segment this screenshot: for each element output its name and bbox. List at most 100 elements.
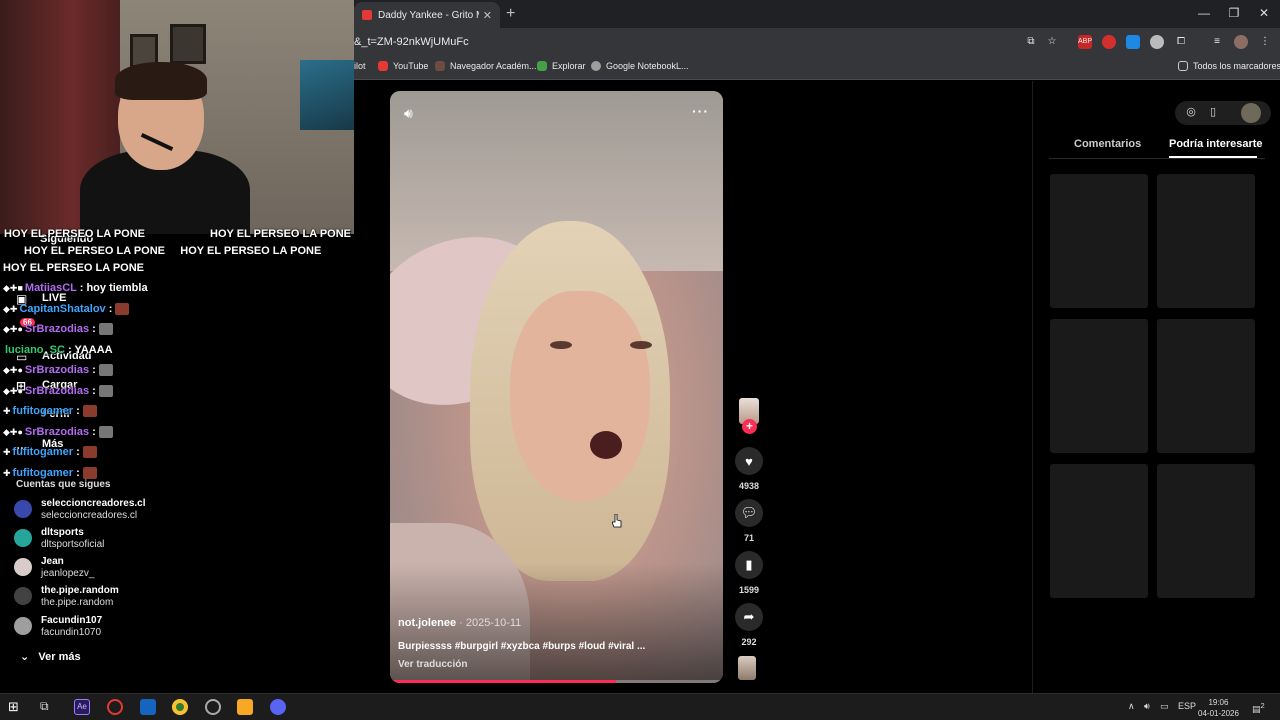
- chat-message: ◆✚ CapitanShatalov :: [3, 303, 130, 316]
- bookmark-explorar[interactable]: Explorar: [537, 61, 586, 71]
- chat-banner-line: HOY EL PERSEO LA PONE: [210, 228, 351, 240]
- chrome-icon[interactable]: [172, 699, 188, 715]
- active-tab-indicator: [1169, 156, 1257, 158]
- chat-message: ✚ fufitogamer :: [3, 446, 97, 459]
- file-explorer-icon[interactable]: [237, 699, 253, 715]
- windows-taskbar: ⊞ ⧉ Ae ∧ 🔊︎ ▭ ESP 19:06 04-01-2026 ▤2: [0, 693, 1280, 720]
- suggested-video-thumb[interactable]: [1157, 464, 1255, 598]
- cast-icon[interactable]: ⧉: [1024, 35, 1038, 49]
- video-author[interactable]: not.jolenee · 2025-10-11: [398, 617, 521, 629]
- translate-link[interactable]: Ver traducción: [398, 659, 467, 670]
- video-player[interactable]: 🔊︎ ··· not.jolenee · 2025-10-11 Burpiess…: [390, 91, 723, 683]
- emote-icon: [115, 303, 130, 316]
- emote-icon: [82, 446, 97, 459]
- adblock-extension-icon[interactable]: ABP: [1078, 35, 1092, 49]
- emote-icon: [82, 405, 97, 418]
- like-count: 4938: [738, 481, 760, 491]
- see-more-button[interactable]: ⌄ Ver más: [20, 650, 81, 663]
- tab-suggestions[interactable]: Podría interesarte: [1169, 138, 1263, 150]
- following-account[interactable]: Jean jeanlopezv_: [14, 556, 164, 582]
- language-indicator[interactable]: ESP: [1178, 701, 1196, 711]
- volume-icon[interactable]: 🔊︎: [404, 105, 413, 122]
- opera-icon[interactable]: [107, 699, 123, 715]
- bookmark-notebooklm[interactable]: Google NotebookL...: [591, 61, 689, 71]
- profile-avatar-icon[interactable]: [1234, 35, 1248, 49]
- music-disc-icon[interactable]: [738, 656, 756, 680]
- tab-divider: [1049, 158, 1265, 159]
- following-account[interactable]: Facundin107 facundin1070: [14, 615, 164, 641]
- bookmark-icon[interactable]: ▮: [735, 551, 763, 579]
- task-view-icon[interactable]: ⧉: [40, 699, 56, 715]
- chat-message: luciano_SC : YAAAA: [5, 344, 113, 356]
- video-progress-fill: [390, 680, 617, 683]
- extensions-puzzle-icon[interactable]: ⧠: [1174, 35, 1188, 49]
- avatar: [14, 529, 32, 547]
- emote-icon: [98, 426, 113, 439]
- heart-icon[interactable]: ♥: [735, 447, 763, 475]
- chat-message: ◆✚● SrBrazodias :: [3, 385, 113, 398]
- video-progress-bar[interactable]: [390, 680, 723, 683]
- comment-action[interactable]: 💬︎ 71: [733, 499, 765, 543]
- chat-message: ◆✚● SrBrazodias :: [3, 364, 113, 377]
- following-account[interactable]: the.pipe.random the.pipe.random: [14, 585, 164, 611]
- share-action[interactable]: ➦ 292: [733, 603, 765, 647]
- new-tab-button[interactable]: +: [506, 5, 515, 23]
- clock[interactable]: 19:06 04-01-2026: [1198, 697, 1239, 719]
- obs-icon[interactable]: [205, 699, 221, 715]
- bookmark-star-icon[interactable]: ☆: [1045, 35, 1059, 49]
- suggested-video-thumb[interactable]: [1050, 464, 1148, 598]
- suggested-video-thumb[interactable]: [1050, 319, 1148, 453]
- right-panel: ◎ ▯ Comentarios Podría interesarte: [1032, 81, 1280, 693]
- extension-red-icon[interactable]: [1102, 35, 1116, 49]
- share-icon[interactable]: ➦: [735, 603, 763, 631]
- address-bar[interactable]: &_t=ZM-92nkWjUMuFc: [354, 33, 1014, 51]
- following-account[interactable]: seleccioncreadores.cl seleccioncreadores…: [14, 498, 164, 524]
- windows-start-icon[interactable]: ⊞: [8, 699, 24, 715]
- following-account[interactable]: dltsports dltsportsoficial: [14, 527, 164, 553]
- user-avatar[interactable]: [1241, 103, 1261, 123]
- notification-icon[interactable]: ▤2: [1252, 701, 1265, 715]
- close-window-icon[interactable]: ✕: [1254, 6, 1274, 20]
- chat-banner-line: HOY EL PERSEO LA PONE: [4, 228, 145, 240]
- emote-icon: [98, 323, 113, 336]
- minimize-icon[interactable]: —: [1194, 6, 1214, 20]
- browser-menu-icon[interactable]: ⋮: [1258, 35, 1272, 49]
- follow-plus-icon[interactable]: +: [742, 419, 757, 434]
- chat-badges-icon: ◆✚●: [3, 386, 23, 396]
- tray-chevron-icon[interactable]: ∧: [1128, 701, 1135, 712]
- save-action[interactable]: ▮ 1599: [733, 551, 765, 595]
- share-count: 292: [741, 637, 757, 647]
- extension-grey-icon[interactable]: [1150, 35, 1164, 49]
- media-control-icon[interactable]: ≡: [1210, 35, 1224, 49]
- restore-icon[interactable]: ❐: [1224, 6, 1244, 20]
- bookmark-youtube[interactable]: YouTube: [378, 61, 428, 71]
- suggested-video-thumb[interactable]: [1050, 174, 1148, 308]
- after-effects-icon[interactable]: Ae: [74, 699, 90, 715]
- emote-icon: [98, 364, 113, 377]
- translate-extension-icon[interactable]: [1126, 35, 1140, 49]
- chat-badges-icon: ◆✚: [3, 304, 18, 314]
- chat-message: ◆✚■ MatiiasCL : hoy tiembla: [3, 282, 148, 294]
- volume-tray-icon[interactable]: 🔊︎: [1144, 701, 1150, 712]
- suggested-video-thumb[interactable]: [1157, 174, 1255, 308]
- bookmark-item[interactable]: ilot: [354, 61, 366, 71]
- like-action[interactable]: ♥ 4938: [733, 447, 765, 491]
- youtube-icon: [378, 61, 388, 71]
- mobile-icon[interactable]: ▯: [1205, 105, 1221, 121]
- comment-icon[interactable]: 💬︎: [735, 499, 763, 527]
- tab-comments[interactable]: Comentarios: [1074, 138, 1141, 150]
- folder-icon: [1178, 61, 1188, 71]
- video-description: Burpiessss #burpgirl #xyzbca #burps #lou…: [398, 641, 646, 652]
- discord-icon[interactable]: [270, 699, 286, 715]
- network-icon[interactable]: ▭: [1160, 701, 1169, 712]
- more-options-icon[interactable]: ···: [692, 103, 709, 119]
- compass-icon[interactable]: ◎: [1183, 105, 1199, 121]
- save-count: 1599: [738, 585, 760, 595]
- browser-tab[interactable]: Daddy Yankee - Grito Mundial ✕: [354, 2, 500, 28]
- suggested-video-thumb[interactable]: [1157, 319, 1255, 453]
- bookmark-navegador[interactable]: Navegador Académ...: [435, 61, 537, 71]
- wall-poster: [300, 60, 354, 130]
- close-tab-icon[interactable]: ✕: [483, 9, 492, 22]
- app-icon[interactable]: [140, 699, 156, 715]
- all-bookmarks[interactable]: Todos los marcadores: [1178, 61, 1280, 71]
